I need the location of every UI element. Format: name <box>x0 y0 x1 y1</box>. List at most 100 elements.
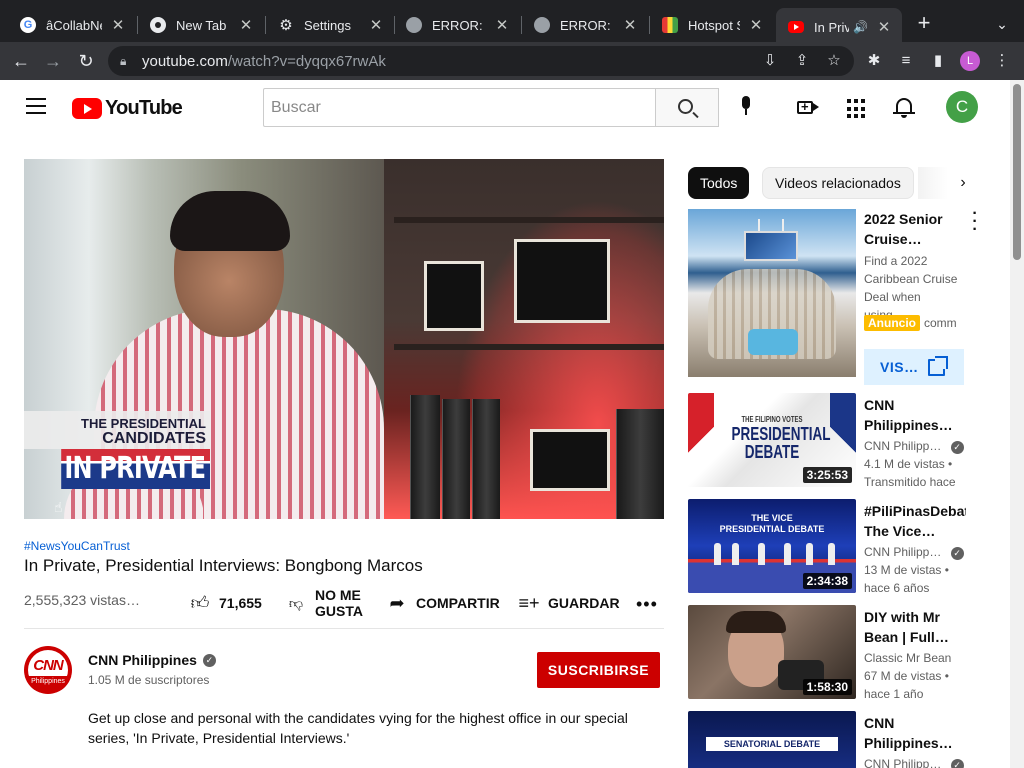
ad-visit-button[interactable]: VIS… <box>864 349 964 385</box>
video-title: In Private, Presidential Interviews: Bon… <box>24 556 423 575</box>
verified-check-icon: ✓ <box>950 441 964 454</box>
mouse-cursor-icon: ☝ <box>54 499 63 515</box>
menu-icon[interactable] <box>26 98 46 114</box>
google-icon: G <box>20 17 36 33</box>
list-item[interactable]: SENATORIAL DEBATE CNN Philippines… CNN P… <box>688 711 968 768</box>
browser-tab[interactable]: ⚙ Settings ✕ <box>266 8 394 42</box>
video-title[interactable]: #PiliPinasDebat The Vice… <box>864 501 966 541</box>
globe-icon <box>534 17 550 33</box>
show-title-overlay: THE PRESIDENTIAL CANDIDATES IN PRIVATE <box>24 411 210 489</box>
browser-tab[interactable]: New Tab ✕ <box>138 8 264 42</box>
browser-tab-active[interactable]: In Priva 🔊 ✕ <box>776 8 902 46</box>
view-count[interactable]: 2,555,323 vistas… <box>24 592 140 608</box>
close-icon[interactable]: ✕ <box>494 16 510 34</box>
close-icon[interactable]: ✕ <box>368 16 384 34</box>
share-arrow-icon: ➦ <box>389 592 405 613</box>
close-icon[interactable]: ✕ <box>748 16 764 34</box>
ad-badge: Anuncio <box>864 315 920 331</box>
apps-grid-icon[interactable] <box>847 97 871 119</box>
photo-frame <box>514 239 610 323</box>
side-panel-icon[interactable]: ▮ <box>928 51 948 71</box>
thumbs-up-icon: 👍︎ <box>190 593 210 613</box>
channel-avatar[interactable]: CNN Philippines <box>24 646 72 694</box>
close-icon[interactable]: ✕ <box>238 16 254 34</box>
browser-tab[interactable]: Hotspot Sh ✕ <box>650 8 774 42</box>
ad-title[interactable]: 2022 Senior Cruise… <box>864 209 964 249</box>
video-player[interactable]: THE PRESIDENTIAL CANDIDATES IN PRIVATE ☝ <box>24 159 664 519</box>
close-icon[interactable]: ✕ <box>110 16 126 34</box>
hotspot-icon <box>662 17 678 33</box>
list-item[interactable]: 1:58:30 DIY with Mr Bean | Full… Classic… <box>688 605 968 705</box>
video-title[interactable]: CNN Philippines… <box>864 395 966 435</box>
user-avatar[interactable]: C <box>946 91 978 123</box>
channel-name[interactable]: CNN Philippines ✓ <box>88 652 216 668</box>
video-thumbnail[interactable]: SENATORIAL DEBATE <box>688 711 856 768</box>
install-icon[interactable]: ⇩ <box>760 51 780 71</box>
reload-icon[interactable]: ↻ <box>75 50 97 72</box>
youtube-header: YouTube Buscar C <box>0 80 1010 136</box>
browser-tab[interactable]: ERROR: Th ✕ <box>522 8 648 42</box>
bookmark-star-icon[interactable]: ☆ <box>824 51 844 71</box>
list-item[interactable]: THE FILIPINO VOTES PRESIDENTIAL DEBATE 3:… <box>688 393 968 493</box>
duration-badge: 1:58:30 <box>802 679 852 695</box>
page-scrollbar[interactable] <box>1010 80 1024 768</box>
microphone-icon[interactable] <box>739 96 753 120</box>
video-thumbnail[interactable]: 1:58:30 <box>688 605 856 699</box>
search-input[interactable]: Buscar <box>263 88 656 127</box>
forward-arrow-icon[interactable]: → <box>42 50 64 72</box>
chevron-right-icon[interactable]: › <box>954 174 972 192</box>
media-controls-icon[interactable]: ≡ <box>896 51 916 71</box>
speaker-icon[interactable]: 🔊 <box>853 20 868 34</box>
subscribe-button[interactable]: SUSCRIBIRSE <box>537 652 660 688</box>
address-bar[interactable]: 🔒︎ youtube.com/watch?v=dyqqx67rwAk <box>108 46 854 76</box>
video-hashtag[interactable]: #NewsYouCanTrust <box>24 539 130 553</box>
external-link-icon <box>928 356 948 376</box>
chip-related[interactable]: Videos relacionados <box>762 167 914 199</box>
browser-tab[interactable]: G âCollabNet ✕ <box>8 8 136 42</box>
close-icon[interactable]: ✕ <box>876 18 892 36</box>
divider <box>24 628 664 629</box>
share-icon[interactable]: ⇪ <box>792 51 812 71</box>
scrollbar-thumb[interactable] <box>1013 84 1021 260</box>
globe-icon <box>406 17 422 33</box>
close-icon[interactable]: ✕ <box>622 16 638 34</box>
like-button[interactable]: 👍︎ 71,655 <box>189 588 262 618</box>
video-thumbnail[interactable]: THE FILIPINO VOTES PRESIDENTIAL DEBATE 3:… <box>688 393 856 487</box>
gear-icon: ⚙ <box>279 17 293 34</box>
more-actions-icon[interactable]: ••• <box>636 594 658 615</box>
video-title[interactable]: CNN Philippines… <box>864 713 966 753</box>
browser-tab[interactable]: ERROR: Th ✕ <box>394 8 520 42</box>
playlist-add-icon: ≡+ <box>518 592 540 613</box>
subscriber-count: 1.05 M de suscriptores <box>88 673 210 687</box>
create-video-icon[interactable] <box>796 97 820 119</box>
verified-check-icon: ✓ <box>950 759 964 768</box>
video-thumbnail[interactable]: THE VICE PRESIDENTIAL DEBATE 2:34:38 <box>688 499 856 593</box>
ad-thumbnail[interactable] <box>688 209 856 377</box>
search-button[interactable] <box>655 88 719 127</box>
youtube-logo[interactable]: YouTube <box>72 97 183 120</box>
save-button[interactable]: ≡+ GUARDAR <box>518 588 619 618</box>
thumbs-down-icon: 👎︎ <box>288 594 304 611</box>
verified-check-icon: ✓ <box>950 547 964 560</box>
tab-search-chevron-icon[interactable]: ⌄ <box>990 12 1014 36</box>
notifications-bell-icon[interactable] <box>893 97 917 119</box>
list-item[interactable]: THE VICE PRESIDENTIAL DEBATE 2:34:38 #Pi… <box>688 499 968 599</box>
extensions-icon[interactable]: ✱ <box>864 51 884 71</box>
new-tab-button[interactable]: + <box>912 12 936 36</box>
back-arrow-icon[interactable]: ← <box>10 50 32 72</box>
chip-all[interactable]: Todos <box>688 167 750 199</box>
verified-check-icon: ✓ <box>202 653 216 667</box>
chrome-icon <box>150 17 166 33</box>
search-icon <box>678 99 693 114</box>
ad-meta: Anuncio comm… <box>864 315 958 331</box>
more-vert-icon[interactable]: · · · <box>970 206 980 238</box>
video-title[interactable]: DIY with Mr Bean | Full… <box>864 607 966 647</box>
duration-badge: 2:34:38 <box>802 573 852 589</box>
video-description[interactable]: Get up close and personal with the candi… <box>88 708 658 748</box>
dislike-button[interactable]: 👎︎ NO ME GUSTA <box>285 587 363 619</box>
share-button[interactable]: ➦ COMPARTIR <box>386 588 499 618</box>
browser-tab-strip: G âCollabNet ✕ New Tab ✕ ⚙ Settings ✕ ER… <box>0 0 1024 46</box>
kebab-menu-icon[interactable]: ⋮ <box>992 51 1012 71</box>
ad-description: Find a 2022 Caribbean Cruise Deal when u… <box>864 254 958 322</box>
profile-avatar[interactable]: L <box>960 51 980 71</box>
